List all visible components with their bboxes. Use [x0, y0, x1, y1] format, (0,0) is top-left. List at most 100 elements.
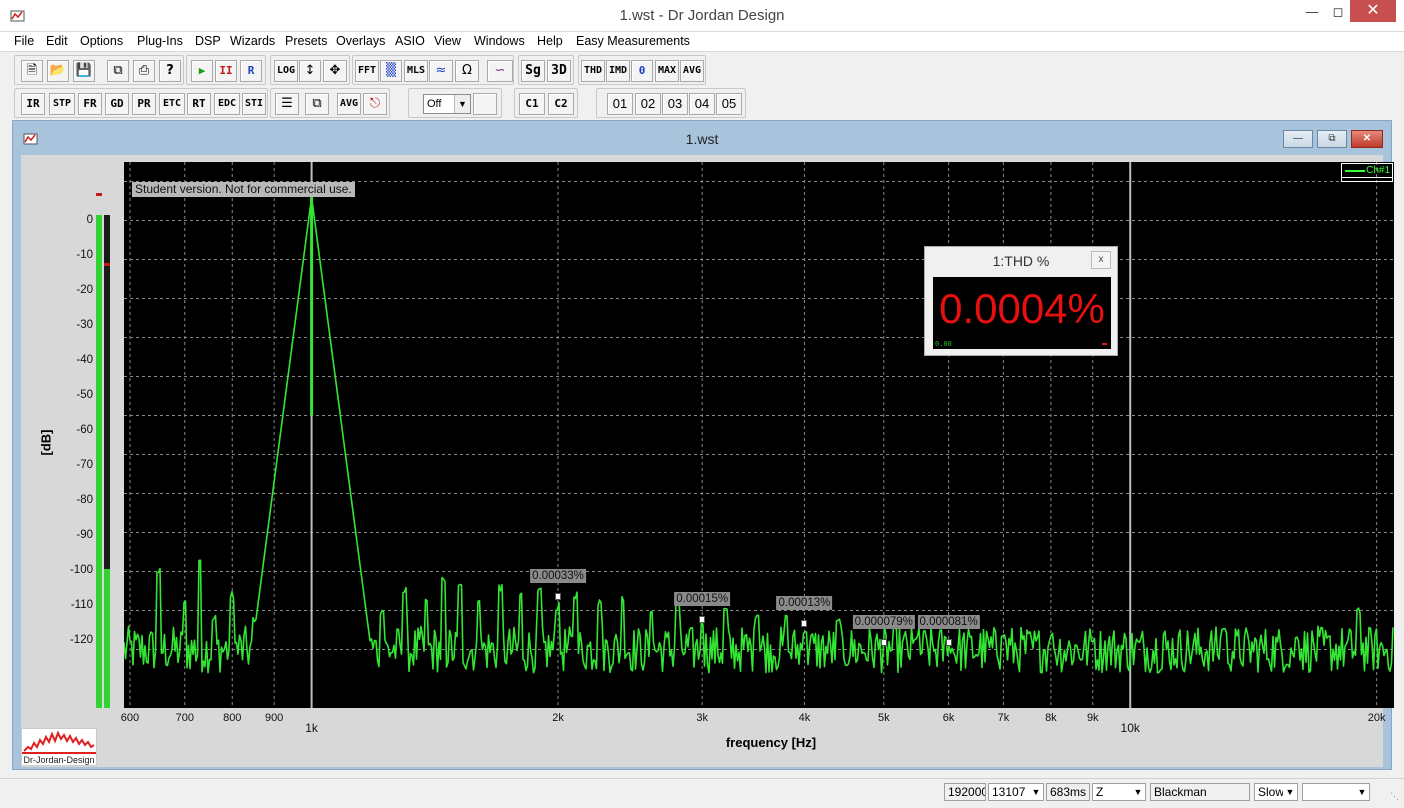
x-tick-label: 8k — [1045, 712, 1057, 724]
meter-tick: -50 — [76, 389, 93, 401]
harmonic-marker[interactable] — [880, 639, 887, 647]
open-folder-icon[interactable]: 📂 — [47, 60, 69, 82]
harmonic-marker[interactable] — [555, 592, 562, 600]
signal-generator-button[interactable]: Sg — [521, 60, 545, 82]
chevron-down-icon: ▼ — [1029, 784, 1043, 800]
x-tick-label: 600 — [120, 712, 140, 724]
new-file-icon[interactable]: 🗎 — [21, 60, 43, 82]
status-bar: 192000 13107 ▼ 683ms Z ▼ Blackman Slow ▼… — [0, 778, 1404, 808]
doc-close-button[interactable]: ✕ — [1351, 130, 1383, 148]
spectrum-bars-icon[interactable]: ▒ — [380, 60, 402, 82]
run-button[interactable]: ▶ — [191, 60, 213, 82]
menu-windows[interactable]: Windows — [474, 34, 525, 48]
phase-response-button[interactable]: PR — [132, 93, 156, 115]
record-button[interactable]: R — [240, 60, 262, 82]
menu-edit[interactable]: Edit — [46, 34, 68, 48]
channel-1-button[interactable]: C1 — [519, 93, 545, 115]
sample-rate-field: 192000 — [944, 783, 986, 801]
extra-select[interactable]: ▼ — [1302, 783, 1370, 801]
thd-scale-min: 0.00 — [935, 340, 952, 348]
thd-button[interactable]: THD — [581, 60, 605, 82]
doc-minimize-button[interactable]: — — [1283, 130, 1313, 148]
save-icon[interactable]: 💾 — [73, 60, 95, 82]
ir-button[interactable]: IR — [21, 93, 45, 115]
menu-view[interactable]: View — [434, 34, 461, 48]
preset-01-button[interactable]: 01 — [607, 93, 633, 115]
speed-select[interactable]: Slow ▼ — [1254, 783, 1298, 801]
overlay-color-button[interactable] — [473, 93, 497, 115]
chart-legend[interactable]: Ch#1 — [1341, 163, 1393, 182]
file-toolbar-group: 🗎 📂 💾 ⧉ ⎙ ? — [14, 55, 184, 85]
sweep-wave-icon[interactable]: ≈ — [429, 60, 453, 82]
resize-grip-icon[interactable]: ⋱ — [1390, 791, 1400, 801]
menu-presets[interactable]: Presets — [285, 34, 327, 48]
imd-button[interactable]: IMD — [606, 60, 630, 82]
impedance-button[interactable]: Ω — [455, 60, 479, 82]
weighting-select[interactable]: Z ▼ — [1092, 783, 1146, 801]
max-hold-button[interactable]: MAX — [655, 60, 679, 82]
spectrum-plot[interactable]: Student version. Not for commercial use.… — [123, 162, 1394, 708]
mls-button[interactable]: MLS — [404, 60, 428, 82]
edc-button[interactable]: EDC — [214, 93, 240, 115]
thd-panel[interactable]: 1:THD % x 0.0004% 0.00 — [924, 246, 1118, 356]
overlay-select[interactable]: Off ▼ — [423, 94, 471, 114]
meter-tick: 0 — [86, 214, 93, 226]
harmonic-marker[interactable] — [945, 639, 952, 647]
chevron-down-icon: ▼ — [454, 95, 470, 113]
menu-options[interactable]: Options — [80, 34, 123, 48]
pan-icon[interactable]: ✥ — [323, 60, 347, 82]
harmonic-label: 0.00033% — [530, 568, 586, 583]
zero-button[interactable]: 0 — [631, 60, 653, 82]
menu-easy-measurements[interactable]: Easy Measurements — [576, 34, 690, 48]
x-tick-label: 700 — [175, 712, 194, 724]
etc-button[interactable]: ETC — [159, 93, 185, 115]
menu-file[interactable]: File — [14, 34, 34, 48]
avg-mode-button[interactable]: AVG — [337, 93, 361, 115]
thd-panel-close-button[interactable]: x — [1091, 251, 1111, 269]
fft-button[interactable]: FFT — [355, 60, 379, 82]
meter-tick: -60 — [76, 424, 93, 436]
title-bar: 1.wst - Dr Jordan Design — ◻ ✕ — [0, 0, 1404, 32]
windows-icon[interactable]: ⧉ — [305, 93, 329, 115]
gate-icon[interactable]: ⎋ — [363, 93, 387, 115]
harmonic-label: 0.00015% — [674, 592, 731, 606]
channel-2-button[interactable]: C2 — [548, 93, 574, 115]
close-button[interactable]: ✕ — [1350, 0, 1396, 22]
print-icon[interactable]: ⎙ — [133, 60, 155, 82]
sti-button[interactable]: STI — [242, 93, 266, 115]
average-button[interactable]: AVG — [680, 60, 704, 82]
log-scale-button[interactable]: LOG — [274, 60, 298, 82]
preset-03-button[interactable]: 03 — [662, 93, 688, 115]
fft-size-select[interactable]: 13107 ▼ — [988, 783, 1044, 801]
preset-02-button[interactable]: 02 — [635, 93, 661, 115]
menu-overlays[interactable]: Overlays — [336, 34, 385, 48]
x-tick-label: 1k — [305, 721, 318, 735]
rt-button[interactable]: RT — [187, 93, 211, 115]
step-response-button[interactable]: STP — [49, 93, 75, 115]
logo-graphic — [22, 730, 96, 754]
preset-04-button[interactable]: 04 — [689, 93, 715, 115]
harmonic-marker[interactable] — [801, 619, 808, 627]
menu-bar: File Edit Options Plug-Ins DSP Wizards P… — [0, 32, 1404, 52]
menu-plugins[interactable]: Plug-Ins — [137, 34, 183, 48]
doc-restore-button[interactable]: ⧉ — [1317, 130, 1347, 148]
meter-tick: -40 — [76, 354, 93, 366]
menu-dsp[interactable]: DSP — [195, 34, 221, 48]
harmonic-marker[interactable] — [699, 616, 706, 623]
waterfall-icon[interactable]: ∽ — [487, 60, 513, 82]
chevron-down-icon: ▼ — [1355, 784, 1369, 800]
copy-icon[interactable]: ⧉ — [107, 60, 129, 82]
menu-wizards[interactable]: Wizards — [230, 34, 275, 48]
meter-tick: -70 — [76, 459, 93, 471]
frequency-response-button[interactable]: FR — [78, 93, 102, 115]
x-tick-label: 5k — [877, 712, 890, 724]
3d-view-button[interactable]: 3D — [547, 60, 571, 82]
preset-05-button[interactable]: 05 — [716, 93, 742, 115]
group-delay-button[interactable]: GD — [105, 93, 129, 115]
pause-button[interactable]: II — [215, 60, 237, 82]
properties-icon[interactable]: ☰ — [275, 93, 299, 115]
help-icon[interactable]: ? — [159, 60, 181, 82]
menu-help[interactable]: Help — [537, 34, 563, 48]
menu-asio[interactable]: ASIO — [395, 34, 425, 48]
vertical-zoom-icon[interactable]: ↕ — [299, 60, 321, 82]
